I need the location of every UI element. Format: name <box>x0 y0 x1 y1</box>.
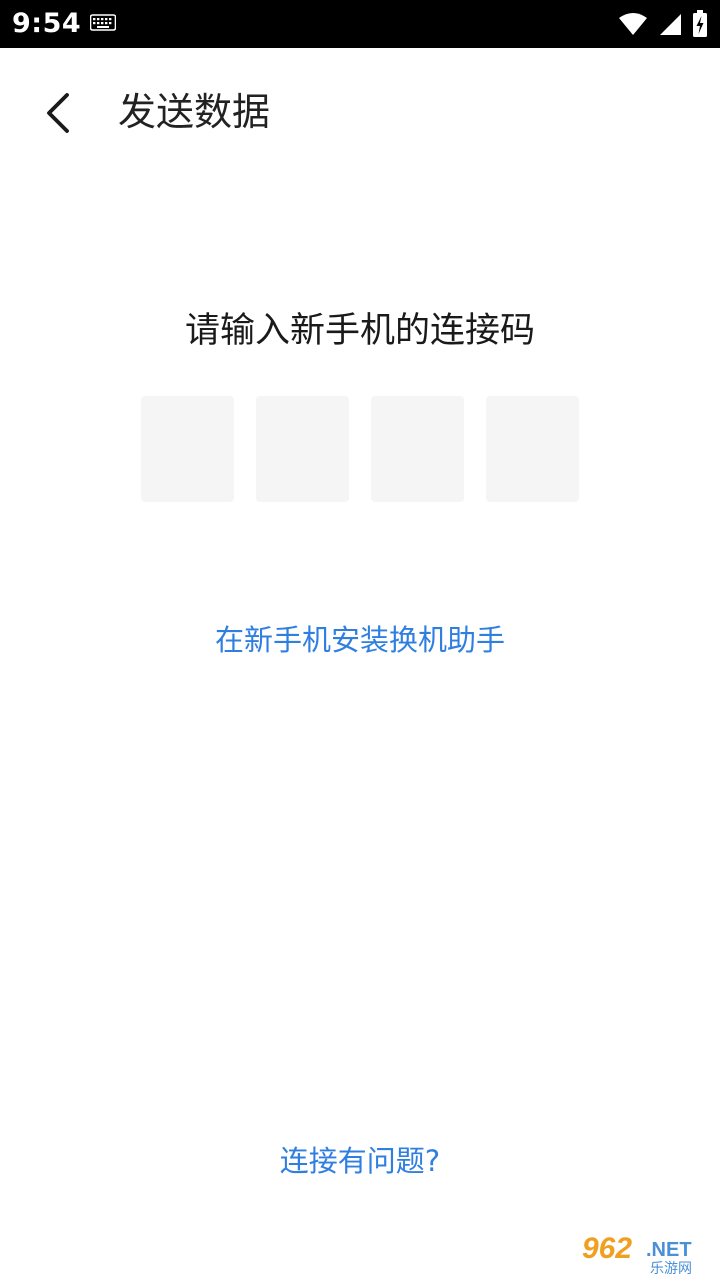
battery-charging-icon <box>693 10 707 37</box>
code-digit-2[interactable] <box>256 396 349 502</box>
install-assistant-link[interactable]: 在新手机安装换机助手 <box>0 618 720 662</box>
watermark-logo: 962 .NET 乐游网 <box>578 1228 714 1276</box>
svg-text:962: 962 <box>582 1232 632 1265</box>
code-digit-4[interactable] <box>486 396 579 502</box>
connection-code-prompt: 请输入新手机的连接码 <box>184 311 535 351</box>
status-icons <box>618 10 708 38</box>
svg-text:乐游网: 乐游网 <box>650 1261 692 1276</box>
status-time: 9:54 <box>12 8 82 39</box>
keyboard-icon <box>90 14 116 31</box>
app-bar: 发送数据 <box>0 48 720 178</box>
code-digit-1[interactable] <box>141 396 234 502</box>
connection-problem-link[interactable]: 连接有问题? <box>0 1139 720 1183</box>
wifi-icon <box>619 13 647 35</box>
cell-signal-icon <box>660 14 681 35</box>
back-chevron-icon <box>47 93 69 133</box>
status-bar: 9:54 <box>0 0 720 48</box>
connection-code-input <box>141 396 579 502</box>
back-button[interactable] <box>28 78 88 148</box>
screen: 9:54 发送数据 请输入新手机的连接码 在新手机安装换机助手 连接有问题? 9… <box>0 0 720 1280</box>
svg-text:.NET: .NET <box>646 1239 692 1261</box>
code-digit-3[interactable] <box>371 396 464 502</box>
page-title: 发送数据 <box>118 90 271 134</box>
